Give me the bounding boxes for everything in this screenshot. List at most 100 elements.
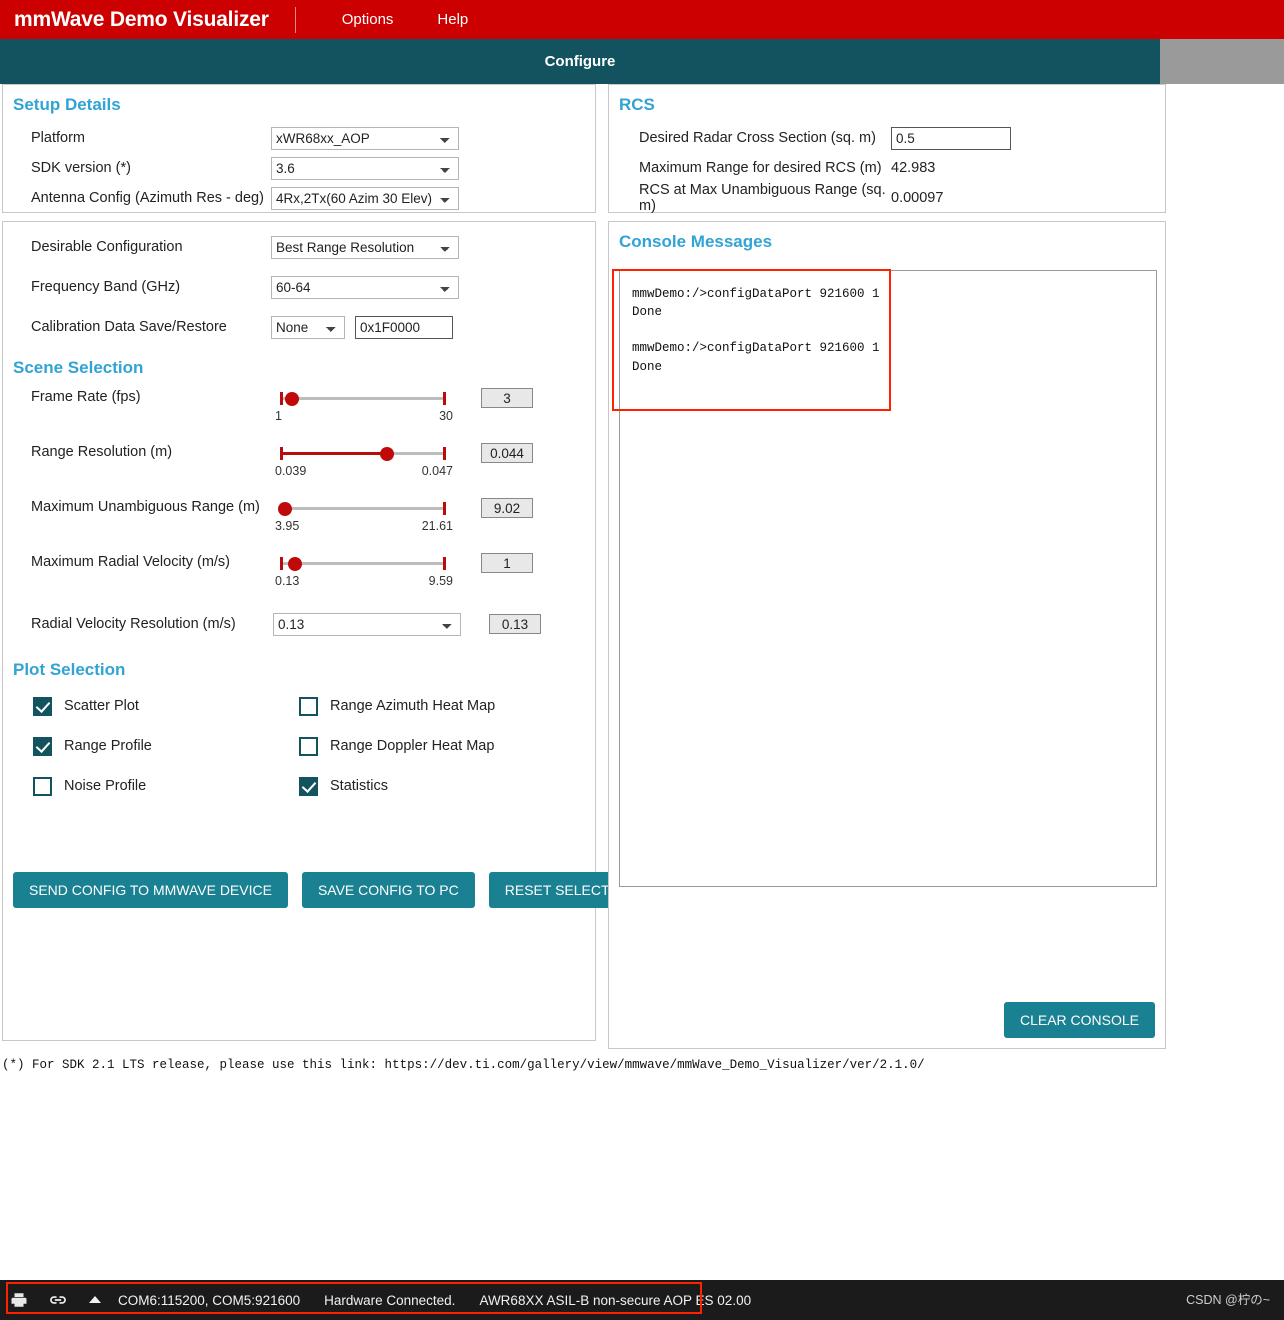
plot-selection-right-column: Range Azimuth Heat Map Range Doppler Hea…: [271, 686, 539, 806]
max-unambiguous-range-ticks: 3.95 21.61: [273, 519, 453, 537]
radial-velocity-resolution-value: 0.13: [489, 614, 541, 634]
max-range-value: 42.983: [891, 160, 936, 176]
track-cap-right: [443, 447, 446, 460]
radial-velocity-resolution-label: Radial Velocity Resolution (m/s): [31, 616, 236, 632]
send-config-button[interactable]: SEND CONFIG TO MMWAVE DEVICE: [13, 872, 288, 908]
noise-profile-checkbox[interactable]: [33, 776, 52, 796]
save-config-button[interactable]: SAVE CONFIG TO PC: [301, 872, 475, 908]
max-unambiguous-range-label: Maximum Unambiguous Range (m): [31, 499, 260, 515]
scatter-plot-checkbox[interactable]: [33, 696, 52, 716]
max-radial-velocity-thumb[interactable]: [288, 557, 302, 571]
range-resolution-thumb[interactable]: [380, 447, 394, 461]
track-background: [281, 507, 445, 510]
row-desired-rcs: Desired Radar Cross Section (sq. m): [609, 123, 1165, 153]
app-header: mmWave Demo Visualizer Options Help: [0, 0, 1284, 39]
checkbox-row-noise-profile[interactable]: Noise Profile: [33, 766, 271, 806]
range-doppler-heat-map-checkbox[interactable]: [299, 736, 318, 756]
printer-icon[interactable]: [10, 1291, 28, 1309]
max-radial-velocity-value: 1: [481, 553, 533, 573]
hardware-status: Hardware Connected.: [324, 1292, 456, 1308]
console-output: mmwDemo:/>configDataPort 921600 1 Done m…: [619, 270, 1157, 887]
radial-velocity-resolution-select[interactable]: 0.13: [273, 612, 461, 636]
max-radial-velocity-min: 0.13: [275, 574, 300, 588]
row-rcs-at-max: RCS at Max Unambiguous Range (sq. m) 0.0…: [609, 182, 1165, 214]
range-resolution-slider[interactable]: 0.039 0.047: [273, 439, 453, 482]
frequency-band-select[interactable]: 60-64: [271, 275, 459, 299]
range-resolution-label: Range Resolution (m): [31, 444, 173, 460]
watermark: CSDN @柠の~: [1186, 1293, 1270, 1307]
track-cap-right: [443, 392, 446, 405]
tab-configure[interactable]: Configure: [0, 39, 1160, 84]
platform-select[interactable]: xWR68xx_AOP: [271, 126, 459, 150]
frame-rate-slider[interactable]: 1 30: [273, 384, 453, 427]
clear-console-button[interactable]: CLEAR CONSOLE: [1003, 1002, 1155, 1038]
range-profile-label: Range Profile: [64, 738, 152, 754]
track-background: [281, 397, 445, 400]
row-platform: Platform xWR68xx_AOP: [3, 123, 595, 153]
range-doppler-heat-map-label: Range Doppler Heat Map: [330, 738, 495, 754]
frame-rate-thumb[interactable]: [285, 392, 299, 406]
calibration-address-input[interactable]: [355, 315, 453, 339]
slider-frame-rate: Frame Rate (fps) 1 30 3: [3, 384, 595, 439]
header-divider: [294, 6, 296, 33]
antenna-config-select[interactable]: 4Rx,2Tx(60 Azim 30 Elev): [271, 186, 459, 210]
sdk-footnote: (*) For SDK 2.1 LTS release, please use …: [2, 1058, 925, 1072]
desired-rcs-input[interactable]: [891, 126, 1011, 150]
max-range-label: Maximum Range for desired RCS (m): [639, 160, 882, 176]
noise-profile-label: Noise Profile: [64, 778, 147, 794]
frame-rate-track[interactable]: [273, 390, 453, 406]
app-title: mmWave Demo Visualizer: [14, 7, 269, 31]
link-icon[interactable]: [48, 1290, 68, 1310]
statistics-checkbox[interactable]: [299, 776, 318, 796]
menu-help[interactable]: Help: [415, 11, 490, 28]
track-cap-left: [280, 557, 283, 570]
range-profile-checkbox[interactable]: [33, 736, 52, 756]
rcs-at-max-value: 0.00097: [891, 190, 944, 206]
menu-options[interactable]: Options: [320, 11, 416, 28]
rcs-title: RCS: [619, 95, 655, 114]
frame-rate-max: 30: [439, 409, 453, 423]
calibration-mode-select[interactable]: None: [271, 315, 345, 339]
checkbox-row-scatter-plot[interactable]: Scatter Plot: [33, 686, 271, 726]
plot-selection-title: Plot Selection: [13, 660, 126, 679]
max-unambiguous-range-min: 3.95: [275, 519, 300, 533]
max-unambiguous-range-thumb[interactable]: [278, 502, 292, 516]
max-radial-velocity-track[interactable]: [273, 555, 453, 571]
range-azimuth-heat-map-checkbox[interactable]: [299, 696, 318, 716]
max-unambiguous-range-slider[interactable]: 3.95 21.61: [273, 494, 453, 537]
scene-selection-title: Scene Selection: [13, 358, 144, 377]
configuration-panel: Desirable Configuration Best Range Resol…: [2, 221, 651, 1041]
slider-range-resolution: Range Resolution (m) 0.039 0.047 0.044: [3, 439, 595, 494]
max-radial-velocity-label: Maximum Radial Velocity (m/s): [31, 554, 231, 570]
clear-console-wrap: CLEAR CONSOLE: [1003, 1002, 1155, 1038]
checkbox-row-range-doppler-heat-map[interactable]: Range Doppler Heat Map: [299, 726, 539, 766]
row-sdk-version: SDK version (*) 3.6: [3, 153, 595, 183]
row-calibration: Calibration Data Save/Restore None: [3, 312, 595, 342]
rcs-at-max-label: RCS at Max Unambiguous Range (sq. m): [639, 182, 886, 214]
plot-selection-left-column: Scatter Plot Range Profile Noise Profile: [3, 686, 271, 806]
max-unambiguous-range-max: 21.61: [421, 519, 453, 533]
max-unambiguous-range-track[interactable]: [273, 500, 453, 516]
chevron-up-icon[interactable]: [88, 1293, 102, 1307]
max-radial-velocity-ticks: 0.13 9.59: [273, 574, 453, 592]
frame-rate-min: 1: [275, 409, 282, 423]
row-frequency-band: Frequency Band (GHz) 60-64: [3, 272, 595, 302]
range-resolution-track[interactable]: [273, 445, 453, 461]
range-resolution-ticks: 0.039 0.047: [273, 464, 453, 482]
row-desirable-configuration: Desirable Configuration Best Range Resol…: [3, 232, 595, 262]
checkbox-row-range-azimuth-heat-map[interactable]: Range Azimuth Heat Map: [299, 686, 539, 726]
tab-bar: Configure: [0, 39, 1284, 84]
range-resolution-value: 0.044: [481, 443, 533, 463]
frame-rate-label: Frame Rate (fps): [31, 389, 141, 405]
checkbox-row-range-profile[interactable]: Range Profile: [33, 726, 271, 766]
desirable-configuration-select[interactable]: Best Range Resolution: [271, 235, 459, 259]
slider-max-radial-velocity: Maximum Radial Velocity (m/s) 0.13 9.59 …: [3, 549, 595, 604]
frame-rate-value: 3: [481, 388, 533, 408]
sdk-version-select[interactable]: 3.6: [271, 156, 459, 180]
checkbox-row-statistics[interactable]: Statistics: [299, 766, 539, 806]
slider-max-unambiguous-range: Maximum Unambiguous Range (m) 3.95 21.61…: [3, 494, 595, 549]
track-background: [281, 562, 445, 565]
max-radial-velocity-slider[interactable]: 0.13 9.59: [273, 549, 453, 592]
plot-selection-grid: Scatter Plot Range Profile Noise Profile…: [3, 686, 595, 806]
calibration-label: Calibration Data Save/Restore: [31, 319, 227, 335]
